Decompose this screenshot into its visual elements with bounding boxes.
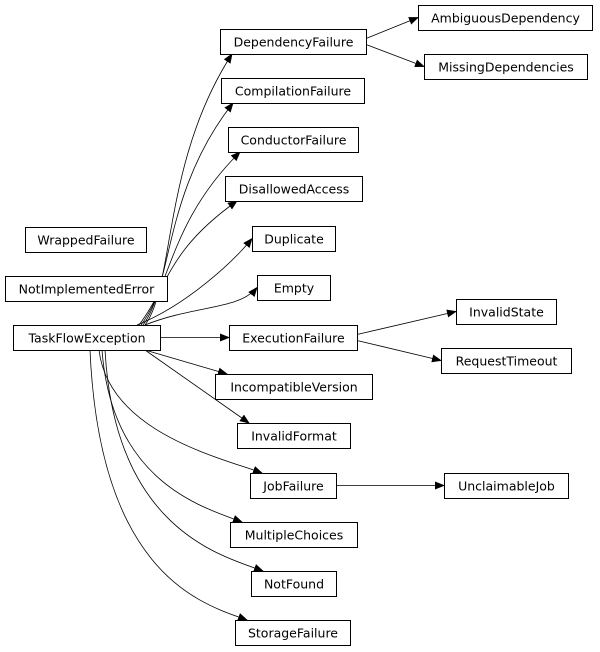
edge-execution-failure-to-request-timeout	[356, 340, 442, 363]
class-inheritance-diagram: TaskFlowException WrappedFailure NotImplem…	[5, 5, 593, 646]
node-not-implemented-error[interactable]: NotImplementedError	[5, 276, 168, 302]
node-wrapped-failure[interactable]: WrappedFailure	[25, 227, 147, 253]
node-incompatible-version[interactable]: IncompatibleVersion	[215, 374, 373, 400]
node-label: ExecutionFailure	[242, 331, 345, 346]
node-label: Empty	[274, 281, 315, 296]
node-multiple-choices[interactable]: MultipleChoices	[230, 522, 358, 548]
node-duplicate[interactable]: Duplicate	[252, 226, 336, 252]
node-label: UnclaimableJob	[458, 479, 555, 494]
node-missing-dependencies[interactable]: MissingDependencies	[424, 54, 588, 80]
node-label: TaskFlowException	[27, 331, 145, 346]
node-label: RequestTimeout	[456, 354, 558, 369]
node-label: MissingDependencies	[438, 60, 574, 75]
node-not-found[interactable]: NotFound	[251, 571, 337, 597]
edge-dependency-failure-to-ambiguous-dependency	[365, 17, 419, 39]
node-label: DisallowedAccess	[239, 182, 350, 197]
node-conductor-failure[interactable]: ConductorFailure	[228, 127, 359, 153]
node-empty[interactable]: Empty	[257, 275, 331, 301]
node-compilation-failure[interactable]: CompilationFailure	[221, 78, 365, 104]
node-label: JobFailure	[262, 479, 324, 494]
edge-dependency-failure-to-missing-dependencies	[365, 44, 425, 68]
node-execution-failure[interactable]: ExecutionFailure	[229, 325, 358, 351]
node-label: ConductorFailure	[241, 133, 347, 148]
node-label: NotImplementedError	[19, 282, 156, 297]
node-label: CompilationFailure	[235, 84, 351, 99]
nodes: TaskFlowException WrappedFailure NotImplem…	[5, 5, 593, 646]
edge-execution-failure-to-invalid-state	[356, 309, 457, 335]
node-label: Duplicate	[264, 232, 324, 247]
edge-task-flow-exception-to-disallowed-access	[138, 200, 238, 326]
node-storage-failure[interactable]: StorageFailure	[235, 620, 351, 646]
node-label: DependencyFailure	[234, 35, 354, 50]
node-label: AmbiguousDependency	[431, 11, 580, 26]
node-label: StorageFailure	[248, 626, 338, 641]
node-label: IncompatibleVersion	[230, 380, 357, 395]
node-label: WrappedFailure	[37, 233, 135, 248]
node-request-timeout[interactable]: RequestTimeout	[441, 348, 572, 374]
node-invalid-state[interactable]: InvalidState	[456, 299, 557, 325]
node-disallowed-access[interactable]: DisallowedAccess	[225, 176, 363, 202]
node-job-failure[interactable]: JobFailure	[250, 473, 337, 499]
node-unclaimable-job[interactable]: UnclaimableJob	[444, 473, 569, 499]
node-invalid-format[interactable]: InvalidFormat	[237, 423, 351, 449]
node-label: MultipleChoices	[245, 528, 344, 543]
edge-task-flow-exception-to-incompatible-version	[144, 349, 228, 376]
node-label: InvalidState	[469, 305, 544, 320]
node-task-flow-exception[interactable]: TaskFlowException	[13, 325, 161, 351]
edge-task-flow-exception-to-job-failure	[98, 349, 263, 474]
node-ambiguous-dependency[interactable]: AmbiguousDependency	[418, 5, 593, 31]
node-label: NotFound	[264, 577, 324, 592]
node-label: InvalidFormat	[251, 429, 337, 444]
node-dependency-failure[interactable]: DependencyFailure	[220, 29, 367, 55]
